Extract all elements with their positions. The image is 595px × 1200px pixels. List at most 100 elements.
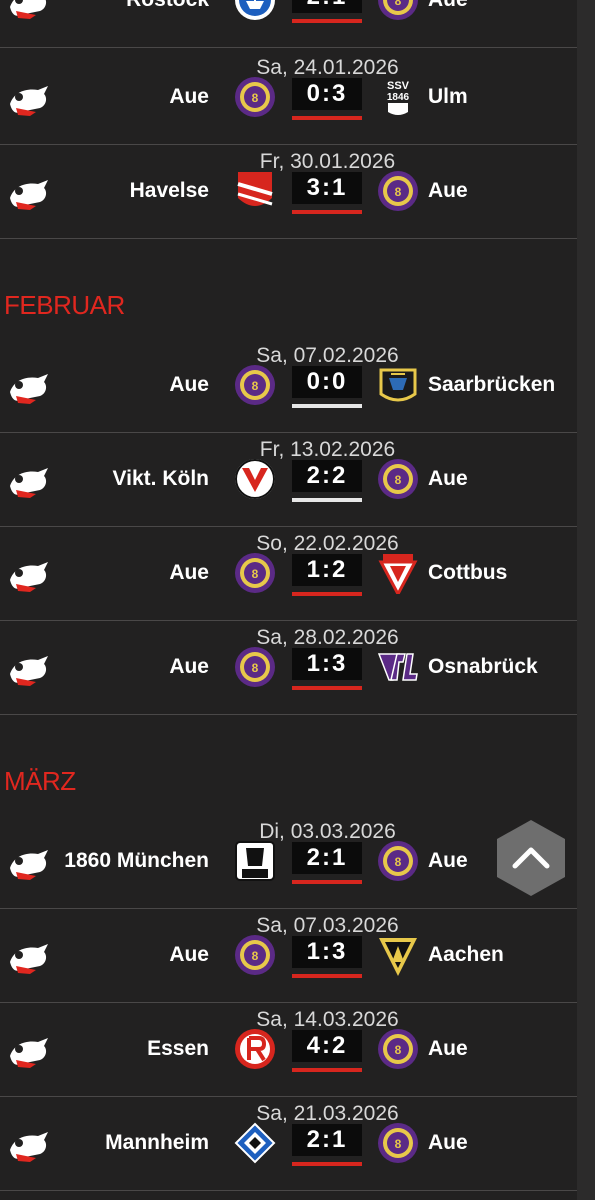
home-team: 1860 München <box>64 849 209 872</box>
live-ticker-icon[interactable] <box>6 0 52 23</box>
score: 1:2 <box>292 554 362 586</box>
home-team: Rostock <box>126 0 209 12</box>
svg-text:8: 8 <box>395 0 402 8</box>
away-team: Aue <box>428 467 468 490</box>
svg-text:8: 8 <box>252 661 259 675</box>
match-date: Sa, 07.02.2026 <box>256 344 399 367</box>
waldhof-mannheim-crest <box>234 1122 276 1164</box>
match-row[interactable]: Sa, 14.03.2026 Essen 4:2 8 Aue <box>0 1004 577 1097</box>
match-row[interactable]: Sa, 28.02.2026 Aue 8 1:3 Osnabrück <box>0 622 577 715</box>
erzgebirge-aue-crest: 8 <box>235 935 275 975</box>
live-ticker-icon[interactable] <box>6 370 52 408</box>
tsv-1860-crest <box>235 841 275 881</box>
tsv-havelse-crest <box>237 172 273 206</box>
away-team: Osnabrück <box>428 655 538 678</box>
away-team: Aue <box>428 849 468 872</box>
hansa-rostock-crest <box>235 0 275 20</box>
home-team: Havelse <box>129 179 209 202</box>
match-row[interactable]: Sa, 07.02.2026 Aue 8 0:0 Saarbrücken <box>0 340 577 433</box>
home-team: Essen <box>147 1037 209 1060</box>
match-row[interactable]: Di, 03.03.2026 1860 München 2:1 8 Aue <box>0 816 577 909</box>
score: 1:3 <box>292 648 362 680</box>
svg-text:8: 8 <box>252 379 259 393</box>
erzgebirge-aue-crest: 8 <box>378 1123 418 1163</box>
energie-cottbus-crest <box>378 554 418 594</box>
away-team: Aachen <box>428 943 504 966</box>
score: 0:3 <box>292 78 362 110</box>
live-ticker-icon[interactable] <box>6 1034 52 1072</box>
live-ticker-icon[interactable] <box>6 176 52 214</box>
match-date: So, 22.02.2026 <box>256 532 399 555</box>
erzgebirge-aue-crest: 8 <box>235 553 275 593</box>
erzgebirge-aue-crest: 8 <box>235 647 275 687</box>
erzgebirge-aue-crest: 8 <box>378 459 418 499</box>
score: 2:1 <box>292 0 362 13</box>
svg-text:8: 8 <box>252 567 259 581</box>
match-row[interactable]: Sa, 24.01.2026 Aue 8 0:3 SSV 1846 Ulm <box>0 52 577 145</box>
match-row[interactable]: Sa, 07.03.2026 Aue 8 1:3 Aachen <box>0 910 577 1003</box>
match-date: Sa, 28.02.2026 <box>256 626 399 649</box>
live-ticker-icon[interactable] <box>6 1128 52 1166</box>
score: 0:0 <box>292 366 362 398</box>
live-ticker-icon[interactable] <box>6 846 52 884</box>
result-indicator <box>292 19 362 23</box>
match-date: Fr, 30.01.2026 <box>259 150 396 173</box>
svg-text:8: 8 <box>252 949 259 963</box>
away-team: Saarbrücken <box>428 373 556 396</box>
result-indicator <box>292 116 362 120</box>
svg-text:8: 8 <box>252 91 259 105</box>
erzgebirge-aue-crest: 8 <box>378 171 418 211</box>
live-ticker-icon[interactable] <box>6 82 52 120</box>
match-date: Fr, 13.02.2026 <box>259 438 396 461</box>
home-team: Aue <box>169 655 209 678</box>
scroll-to-top-button[interactable] <box>497 820 565 896</box>
saarbruecken-crest <box>379 368 417 402</box>
vfl-osnabrueck-crest <box>377 653 418 681</box>
match-date: Sa, 24.01.2026 <box>256 56 399 79</box>
svg-text:8: 8 <box>395 185 402 199</box>
away-team: Aue <box>428 179 468 202</box>
svg-text:8: 8 <box>395 855 402 869</box>
month-heading: MÄRZ <box>4 766 76 796</box>
live-ticker-icon[interactable] <box>6 558 52 596</box>
match-date: Sa, 14.03.2026 <box>256 1008 399 1031</box>
result-indicator <box>292 498 362 502</box>
scrollbar[interactable] <box>577 0 595 1200</box>
svg-text:1846: 1846 <box>387 92 410 103</box>
erzgebirge-aue-crest: 8 <box>378 0 418 20</box>
month-heading: FEBRUAR <box>4 290 125 320</box>
score: 4:2 <box>292 1030 362 1062</box>
live-ticker-icon[interactable] <box>6 652 52 690</box>
score: 2:2 <box>292 460 362 492</box>
match-row[interactable]: Fr, 13.02.2026 Vikt. Köln 2:2 8 Aue <box>0 434 577 527</box>
home-team: Aue <box>169 373 209 396</box>
away-team: Aue <box>428 1037 468 1060</box>
match-row[interactable]: Fr, 30.01.2026 Havelse 3:1 8 Aue <box>0 146 577 239</box>
svg-text:8: 8 <box>395 1043 402 1057</box>
result-indicator <box>292 1162 362 1166</box>
svg-text:8: 8 <box>395 1137 402 1151</box>
score: 3:1 <box>292 172 362 204</box>
viktoria-koeln-crest <box>235 459 275 499</box>
erzgebirge-aue-crest: 8 <box>378 1029 418 1069</box>
result-indicator <box>292 974 362 978</box>
away-team: Ulm <box>428 85 468 108</box>
match-date: Sa, 07.03.2026 <box>256 914 399 937</box>
erzgebirge-aue-crest: 8 <box>378 841 418 881</box>
home-team: Aue <box>169 561 209 584</box>
rw-essen-crest <box>235 1029 275 1069</box>
match-row[interactable]: Sa, 21.03.2026 Mannheim 2:1 8 Aue <box>0 1098 577 1191</box>
match-row[interactable]: So, 22.02.2026 Aue 8 1:2 Cottbus <box>0 528 577 621</box>
away-team: Cottbus <box>428 561 508 584</box>
result-indicator <box>292 880 362 884</box>
result-indicator <box>292 1068 362 1072</box>
svg-text:SSV: SSV <box>387 80 410 92</box>
result-indicator <box>292 592 362 596</box>
alemannia-aachen-crest <box>379 938 417 976</box>
score: 2:1 <box>292 842 362 874</box>
live-ticker-icon[interactable] <box>6 464 52 502</box>
match-date: Sa, 21.03.2026 <box>256 1102 399 1125</box>
match-row[interactable]: Rostock 2:1 8 Aue <box>0 0 577 48</box>
live-ticker-icon[interactable] <box>6 940 52 978</box>
home-team: Vikt. Köln <box>112 467 209 490</box>
